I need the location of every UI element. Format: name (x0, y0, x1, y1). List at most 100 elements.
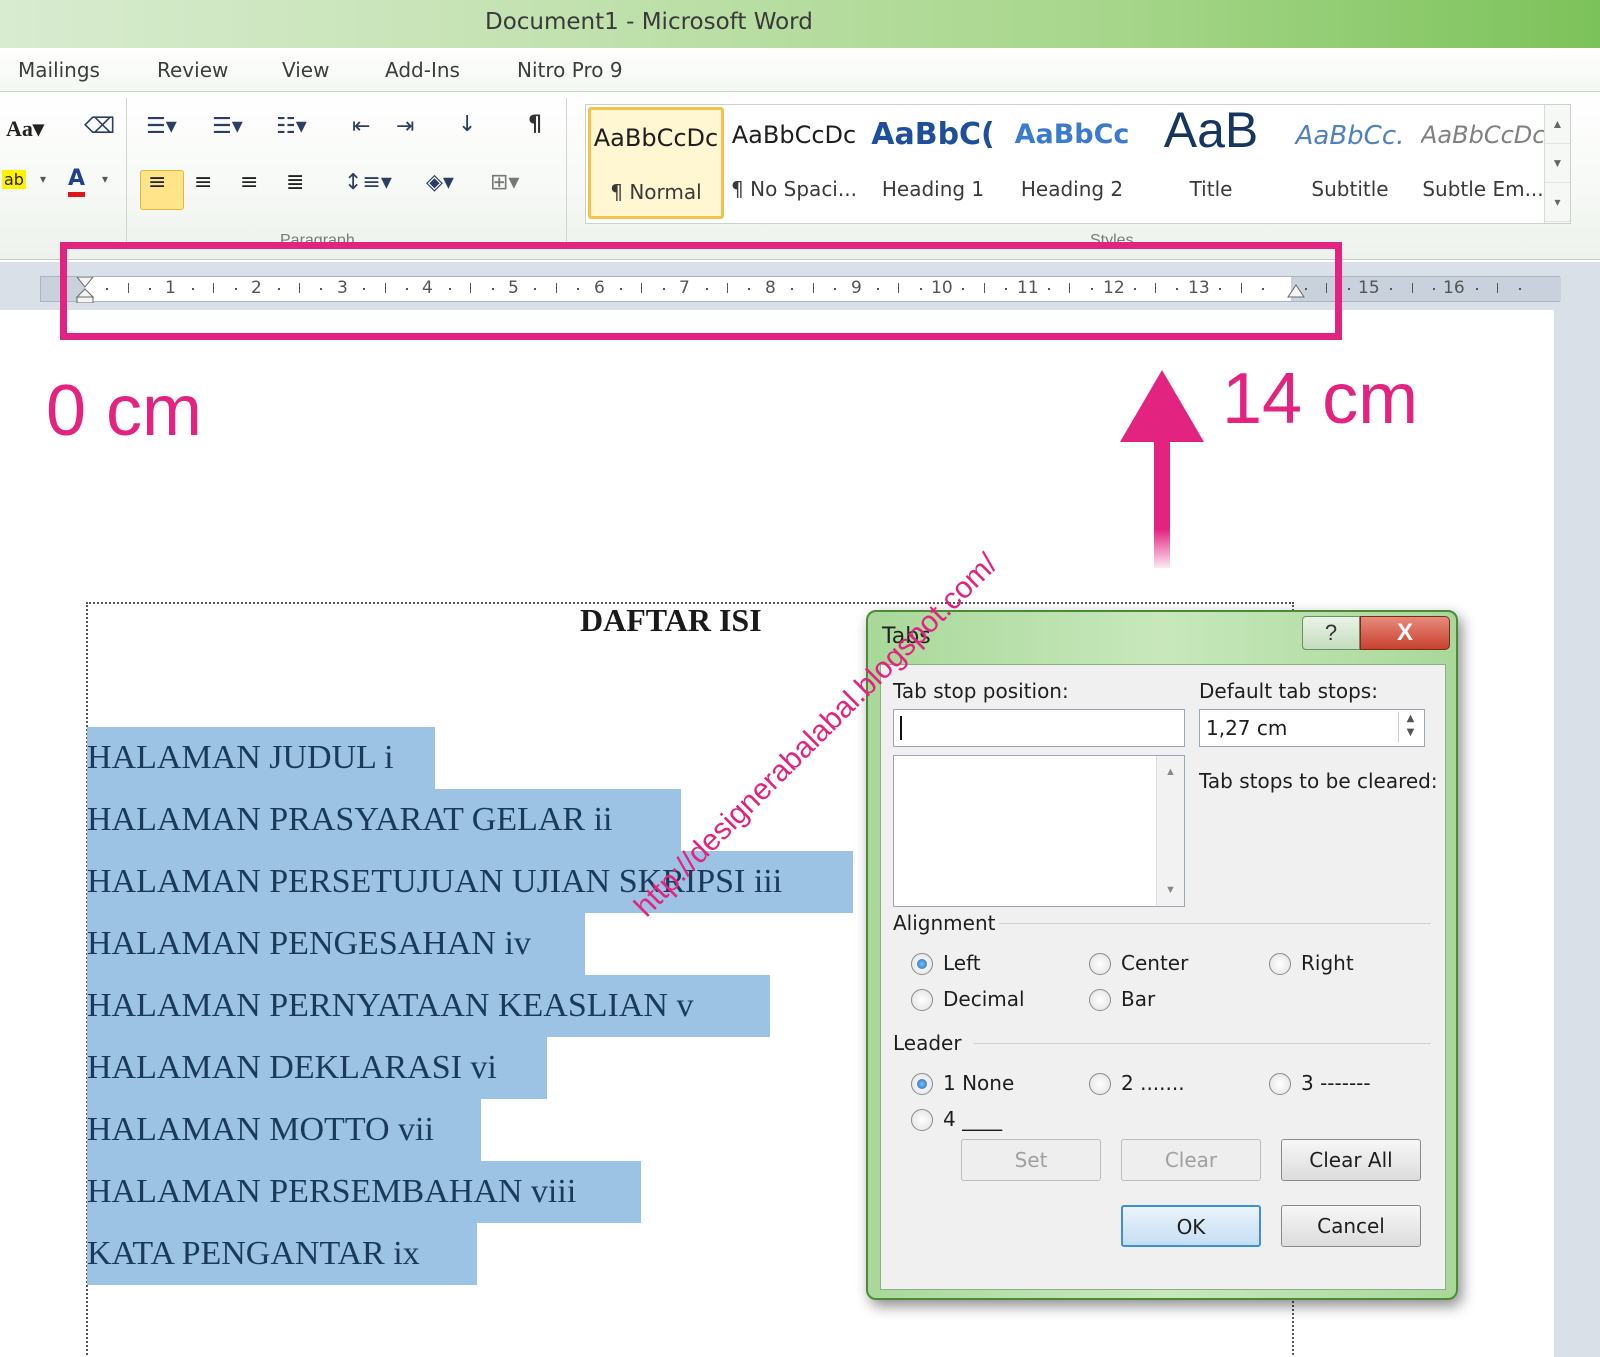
multilevel-list-icon[interactable]: ☷▾ (276, 114, 307, 139)
chevron-up-icon[interactable]: ▲ (1545, 105, 1570, 144)
style-label: Subtle Em... (1422, 177, 1544, 201)
styles-gallery: AaBbCcDc ¶ Normal AaBbCcDc ¶ No Spaci...… (585, 102, 1571, 224)
ruler-tick (1497, 283, 1499, 293)
change-case-button[interactable]: Aa▾ (6, 116, 44, 142)
tab-stop-list-scrollbar[interactable]: ▲ ▼ (1156, 756, 1184, 906)
text-highlight-button[interactable]: ab (2, 170, 26, 189)
style-heading-1[interactable]: AaBbC( Heading 1 (865, 107, 1001, 219)
chevron-down-icon[interactable]: ▼ (1165, 884, 1176, 896)
alignment-decimal-radio[interactable] (911, 989, 933, 1011)
help-button[interactable]: ? (1302, 616, 1360, 650)
alignment-bar-radio[interactable] (1089, 989, 1111, 1011)
tab-add-ins[interactable]: Add-Ins (385, 58, 460, 82)
close-button[interactable]: X (1360, 616, 1450, 650)
style-subtle-emphasis[interactable]: AaBbCcDc Subtle Em... (1421, 107, 1545, 219)
font-color-button[interactable]: A (68, 166, 86, 197)
arrow-shaft (1154, 438, 1170, 568)
title-bar: Document1 - Microsoft Word (0, 0, 1600, 48)
toc-line[interactable]: HALAMAN JUDUL i (87, 727, 435, 789)
style-subtitle[interactable]: AaBbCc. Subtitle (1282, 107, 1418, 219)
dialog-body: Tab stop position: ▲ ▼ Default tab stops… (880, 664, 1446, 1290)
clear-formatting-icon[interactable]: ⌫ (84, 114, 115, 139)
alignment-right-radio[interactable] (1269, 953, 1291, 975)
leader-dots-radio[interactable] (1089, 1073, 1111, 1095)
style-normal[interactable]: AaBbCcDc ¶ Normal (588, 107, 724, 219)
up-arrow-icon (1120, 370, 1204, 442)
set-button[interactable]: Set (961, 1139, 1101, 1181)
word-screenshot: Document1 - Microsoft Word Mailings Revi… (0, 0, 1600, 1357)
default-tab-stops-spinner[interactable]: ▲ ▼ (1398, 712, 1422, 742)
toc-line[interactable]: HALAMAN MOTTO vii (87, 1099, 481, 1161)
styles-gallery-scroll[interactable]: ▲ ▼ ▾ (1544, 105, 1570, 223)
chevron-down-icon[interactable]: ▼ (1545, 144, 1570, 183)
tab-review[interactable]: Review (157, 58, 228, 82)
decrease-indent-icon[interactable]: ⇤ (352, 114, 370, 139)
alignment-group-line (999, 923, 1431, 924)
tab-stop-list[interactable]: ▲ ▼ (893, 755, 1185, 907)
show-formatting-icon[interactable]: ¶ (528, 112, 542, 137)
default-tab-stops-value: 1,27 cm (1206, 716, 1288, 740)
chevron-up-icon[interactable]: ▲ (1165, 766, 1176, 778)
alignment-center-radio[interactable] (1089, 953, 1111, 975)
leader-none-label[interactable]: 1 None (943, 1071, 1014, 1095)
alignment-right-label[interactable]: Right (1301, 951, 1354, 975)
align-right-icon[interactable]: ≡ (240, 170, 258, 195)
style-heading-2[interactable]: AaBbCc Heading 2 (1004, 107, 1140, 219)
leader-dashes-label[interactable]: 3 ------- (1301, 1071, 1371, 1095)
right-cm-label: 14 cm (1222, 359, 1419, 439)
style-label: Title (1189, 177, 1233, 201)
alignment-center-label[interactable]: Center (1121, 951, 1188, 975)
bullets-icon[interactable]: ☰▾ (146, 114, 177, 139)
leader-none-radio[interactable] (911, 1073, 933, 1095)
chevron-down-icon[interactable]: ▾ (40, 172, 46, 186)
leader-dashes-radio[interactable] (1269, 1073, 1291, 1095)
tab-stop-position-input[interactable] (893, 709, 1185, 747)
sort-icon[interactable]: ↓ (458, 112, 476, 137)
alignment-decimal-label[interactable]: Decimal (943, 987, 1025, 1011)
toc-line[interactable]: HALAMAN PERSETUJUAN UJIAN SKRIPSI iii (87, 851, 853, 913)
align-center-icon[interactable]: ≡ (194, 170, 212, 195)
style-label: Subtitle (1311, 177, 1389, 201)
style-label: ¶ Normal (610, 180, 702, 204)
toc-line[interactable]: HALAMAN PRASYARAT GELAR ii (87, 789, 681, 851)
style-sample: AaBbCc (1014, 119, 1130, 150)
leader-underline-radio[interactable] (911, 1109, 933, 1131)
line-spacing-icon[interactable]: ↕≡▾ (344, 170, 392, 195)
alignment-left-label[interactable]: Left (943, 951, 981, 975)
borders-icon[interactable]: ⊞▾ (490, 170, 519, 195)
style-no-spacing[interactable]: AaBbCcDc ¶ No Spaci... (726, 107, 862, 219)
ruler-number: 15 (1358, 278, 1380, 298)
cancel-button[interactable]: Cancel (1281, 1205, 1421, 1247)
style-sample: AaB (1163, 102, 1259, 158)
style-title[interactable]: AaB Title (1143, 102, 1279, 219)
ruler-dot (1433, 288, 1436, 290)
alignment-bar-label[interactable]: Bar (1121, 987, 1155, 1011)
toc-line[interactable]: KATA PENGANTAR ix (87, 1223, 477, 1285)
tab-stops-cleared-label: Tab stops to be cleared: (1199, 769, 1438, 793)
toc-line[interactable]: HALAMAN PENGESAHAN iv (87, 913, 585, 975)
more-styles-icon[interactable]: ▾ (1545, 183, 1570, 222)
leader-underline-label[interactable]: 4 ____ (943, 1107, 1002, 1131)
toc-line[interactable]: HALAMAN PERSEMBAHAN viii (87, 1161, 641, 1223)
toc-line[interactable]: HALAMAN PERNYATAAN KEASLIAN v (87, 975, 770, 1037)
toc-line[interactable]: HALAMAN DEKLARASI vi (87, 1037, 547, 1099)
tab-view[interactable]: View (282, 58, 329, 82)
window-title: Document1 - Microsoft Word (485, 9, 813, 35)
tab-nitro-pro[interactable]: Nitro Pro 9 (517, 58, 623, 82)
leader-dots-label[interactable]: 2 ....... (1121, 1071, 1185, 1095)
ribbon: Aa▾ ⌫ ab ▾ A ▾ ☰▾ ☰▾ ☷▾ ⇤ ⇥ ↓ ¶ ≡ ≡ ≡ ≣ … (0, 92, 1600, 260)
chevron-down-icon[interactable]: ▾ (102, 172, 108, 186)
default-tab-stops-input[interactable]: 1,27 cm ▲ ▼ (1199, 709, 1425, 747)
ruler-dot (1390, 288, 1393, 290)
increase-indent-icon[interactable]: ⇥ (396, 114, 414, 139)
style-sample: AaBbCcDc (1421, 121, 1545, 149)
shading-icon[interactable]: ◈▾ (426, 170, 454, 195)
align-left-icon[interactable]: ≡ (148, 170, 166, 195)
alignment-left-radio[interactable] (911, 953, 933, 975)
numbering-icon[interactable]: ☰▾ (212, 114, 243, 139)
tab-mailings[interactable]: Mailings (18, 58, 100, 82)
ok-button[interactable]: OK (1121, 1205, 1261, 1247)
clear-button[interactable]: Clear (1121, 1139, 1261, 1181)
clear-all-button[interactable]: Clear All (1281, 1139, 1421, 1181)
justify-icon[interactable]: ≣ (286, 170, 304, 195)
